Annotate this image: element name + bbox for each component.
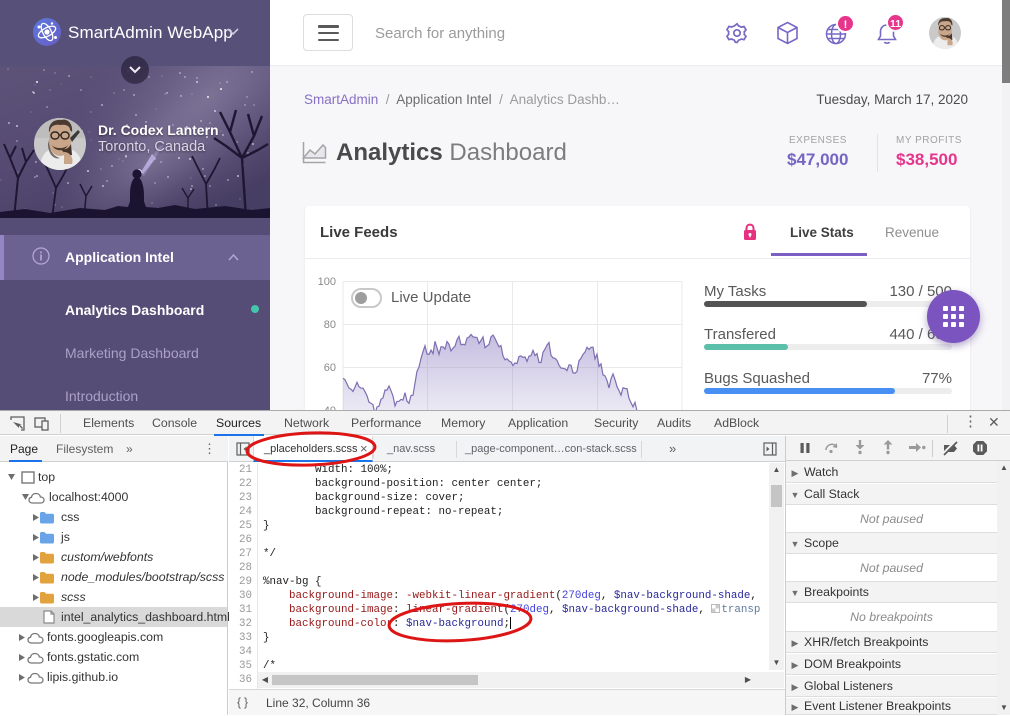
svg-text:100: 100 <box>318 276 336 288</box>
svg-text:80: 80 <box>324 319 336 331</box>
svg-text:60: 60 <box>324 362 336 374</box>
